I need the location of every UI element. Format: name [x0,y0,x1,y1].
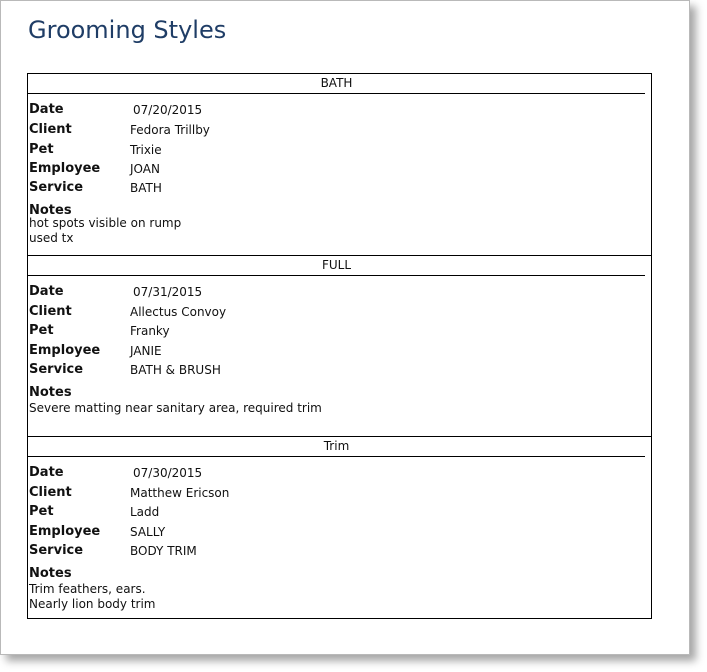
client-label: Client [29,122,72,137]
group-section: Trim Date 07/30/2015 Client Matthew Eric… [28,437,651,619]
date-value: 07/31/2015 [133,284,203,299]
client-label: Client [29,303,72,319]
pet-value: Franky [130,323,170,338]
group-section: BATH Date 07/20/2015 Client Fedora Trill… [28,74,651,256]
group-section: FULL Date 07/31/2015 Client Allectus Con… [28,256,651,437]
employee-label: Employee [29,342,101,358]
pet-value: Trixie [130,143,162,157]
employee-value: JOAN [130,162,160,176]
group-header: BATH [28,74,645,94]
pet-label: Pet [29,322,54,338]
service-label: Service [29,180,84,195]
notes-line: hot spots visible on rump [29,216,182,230]
employee-label: Employee [29,524,101,539]
pet-label: Pet [29,504,54,519]
client-value: Matthew Ericson [130,486,230,500]
employee-value: SALLY [130,525,166,539]
notes-line: Nearly lion body trim [29,597,156,611]
notes-line: Severe matting near sanitary area, requi… [29,400,322,415]
report-table: BATH Date 07/20/2015 Client Fedora Trill… [27,73,652,619]
notes-label: Notes [29,384,72,400]
service-value: BODY TRIM [130,544,197,558]
date-value: 07/30/2015 [133,466,203,480]
service-value: BATH [130,181,162,195]
employee-label: Employee [29,161,101,176]
service-value: BATH & BRUSH [130,362,221,377]
report-page: Grooming Styles BATH Date 07/20/2015 Cli… [0,0,690,655]
pet-value: Ladd [130,505,160,519]
date-label: Date [29,102,64,117]
page-title: Grooming Styles [28,16,227,44]
group-header: Trim [28,437,645,457]
date-label: Date [29,465,64,480]
group-header: FULL [28,256,645,276]
client-value: Allectus Convoy [130,304,227,319]
pet-label: Pet [29,142,54,157]
date-label: Date [29,283,64,299]
client-value: Fedora Trillby [130,123,210,137]
employee-value: JANIE [130,343,162,358]
date-value: 07/20/2015 [133,103,203,117]
notes-line: Trim feathers, ears. [29,582,146,596]
service-label: Service [29,361,84,377]
notes-label: Notes [29,566,72,581]
client-label: Client [29,485,72,500]
notes-line: used tx [29,231,74,245]
service-label: Service [29,543,84,558]
